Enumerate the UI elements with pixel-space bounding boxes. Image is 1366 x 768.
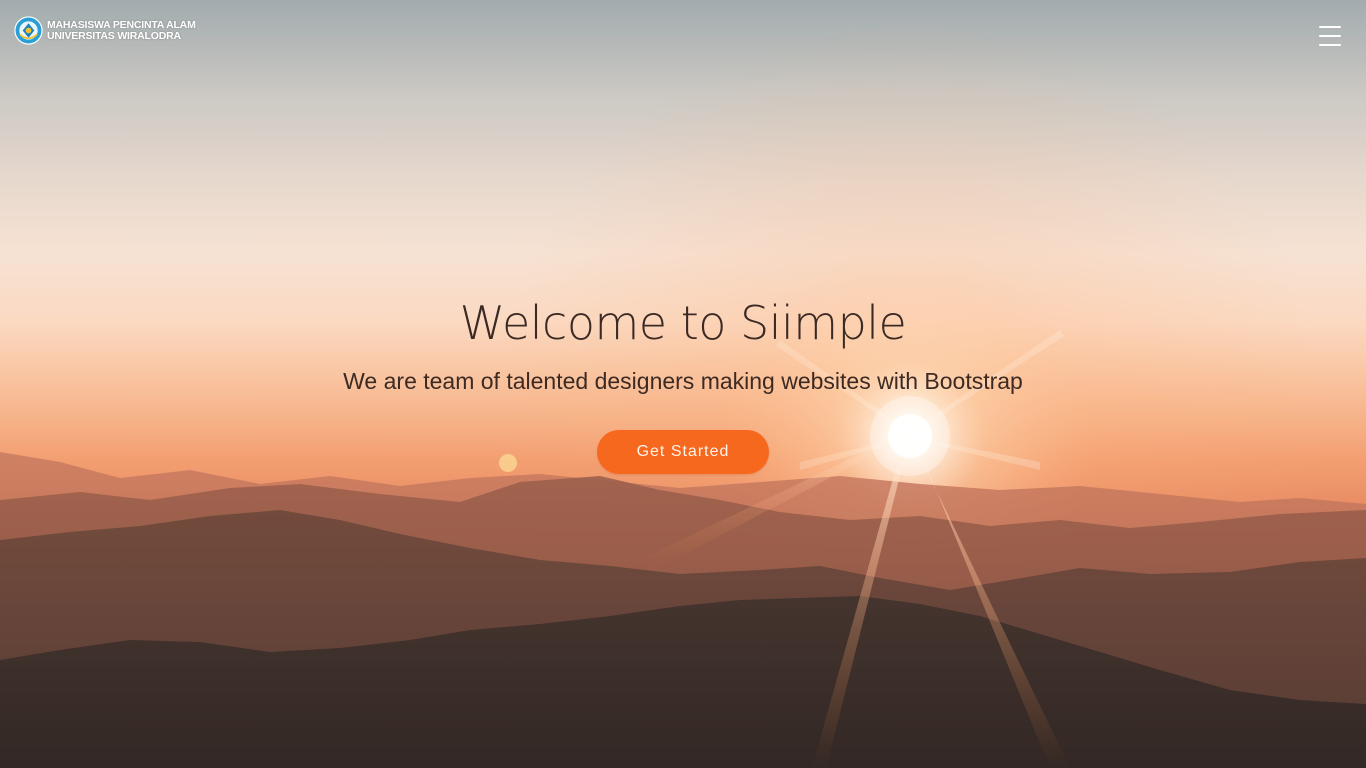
university-emblem-icon [14, 16, 43, 45]
hero-content: Welcome to Siimple We are team of talent… [0, 292, 1366, 474]
hero-title: Welcome to Siimple [459, 296, 907, 350]
menu-bar-top [1319, 26, 1341, 28]
logo-text: MAHASISWA PENCINTA ALAM UNIVERSITAS WIRA… [47, 18, 196, 42]
hamburger-menu-icon[interactable] [1319, 26, 1341, 46]
logo-line-1: MAHASISWA PENCINTA ALAM [47, 18, 196, 31]
get-started-button[interactable]: Get Started [597, 430, 769, 474]
menu-bar-middle [1319, 35, 1341, 37]
hero-section: MAHASISWA PENCINTA ALAM UNIVERSITAS WIRA… [0, 0, 1366, 768]
hero-subtitle: We are team of talented designers making… [343, 368, 1023, 394]
site-logo[interactable]: MAHASISWA PENCINTA ALAM UNIVERSITAS WIRA… [14, 16, 196, 45]
menu-bar-bottom [1319, 44, 1341, 46]
logo-line-2: UNIVERSITAS WIRALODRA [47, 29, 181, 42]
